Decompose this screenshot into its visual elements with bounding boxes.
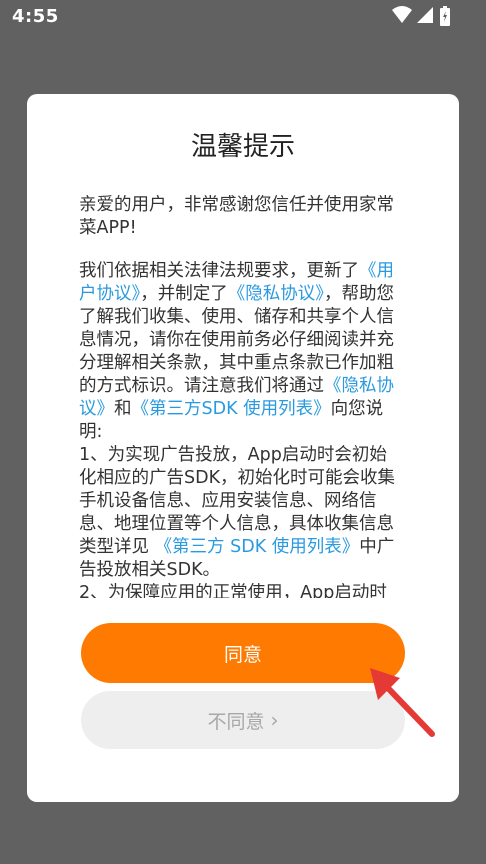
status-bar: 4:55 <box>0 0 486 33</box>
third-party-sdk-link[interactable]: 《第三方SDK 使用列表》 <box>132 399 331 419</box>
greeting-text: 亲爱的用户，非常感谢您信任并使用家常菜APP! <box>79 195 394 238</box>
disagree-label: 不同意 <box>207 710 265 733</box>
agreement-paragraph: 我们依据相关法律法规要求，更新了《用户协议》，并制定了《隐私协议》，帮助您了解我… <box>79 260 403 444</box>
body-text: 和 <box>114 399 132 419</box>
dialog-content[interactable]: 亲爱的用户，非常感谢您信任并使用家常菜APP! 我们依据相关法律法规要求，更新了… <box>79 194 403 598</box>
privacy-agreement-link[interactable]: 《隐私协议》 <box>228 284 324 304</box>
annotation-arrow-icon <box>370 668 435 737</box>
status-time: 4:55 <box>12 6 59 27</box>
disagree-button[interactable]: 不同意 › <box>81 691 405 749</box>
battery-icon <box>440 6 450 26</box>
third-party-sdk-link[interactable]: 《第三方 SDK 使用列表》 <box>155 537 360 557</box>
chevron-right-icon: › <box>270 708 279 732</box>
signal-icon <box>417 7 433 23</box>
wifi-icon <box>392 6 412 23</box>
clause-1: 1、为实现广告投放，App启动时会初始化相应的广告SDK，初始化时可能会收集手机… <box>79 444 403 582</box>
body-text: 我们依据相关法律法规要求，更新了 <box>79 261 359 281</box>
agree-button[interactable]: 同意 <box>81 623 405 683</box>
body-text: ，并制定了 <box>140 284 228 304</box>
dialog-title: 温馨提示 <box>190 132 295 162</box>
clause-2: 2、为保障应用的正常使用，App启动时会初始化腾讯Bugly，由Bugly SD… <box>79 583 387 598</box>
